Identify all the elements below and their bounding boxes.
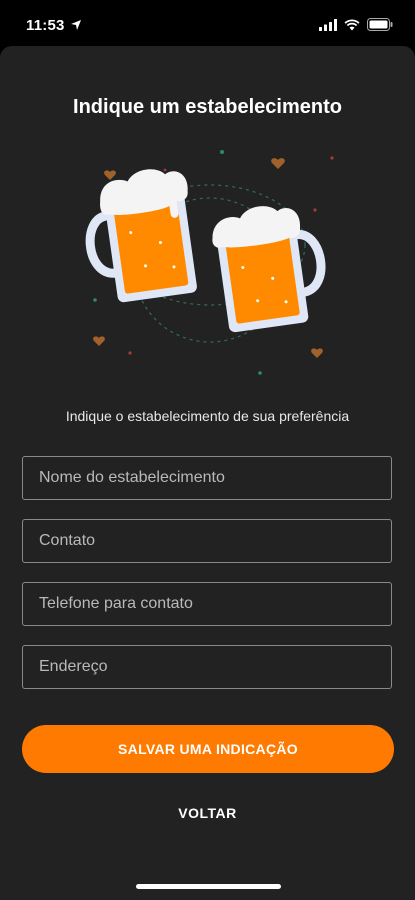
- page-title: Indique um estabelecimento: [73, 96, 342, 118]
- home-indicator: [136, 884, 281, 889]
- cellular-signal-icon: [319, 18, 337, 36]
- location-arrow-icon: [70, 18, 82, 36]
- status-time: 11:53: [26, 17, 65, 34]
- beer-mugs-toast-icon: [70, 140, 350, 380]
- status-icons: [319, 18, 393, 36]
- back-button[interactable]: VOLTAR: [0, 805, 415, 821]
- wifi-icon: [344, 18, 360, 36]
- page-subtitle: Indique o estabelecimento de sua preferê…: [65, 408, 350, 424]
- battery-icon: [367, 18, 393, 36]
- contact-input[interactable]: [22, 519, 392, 563]
- status-bar: 11:53: [0, 0, 415, 50]
- establishment-name-input[interactable]: [22, 456, 392, 500]
- save-indication-button[interactable]: SALVAR UMA INDICAÇÃO: [22, 725, 394, 773]
- address-input[interactable]: [22, 645, 392, 689]
- phone-input[interactable]: [22, 582, 392, 626]
